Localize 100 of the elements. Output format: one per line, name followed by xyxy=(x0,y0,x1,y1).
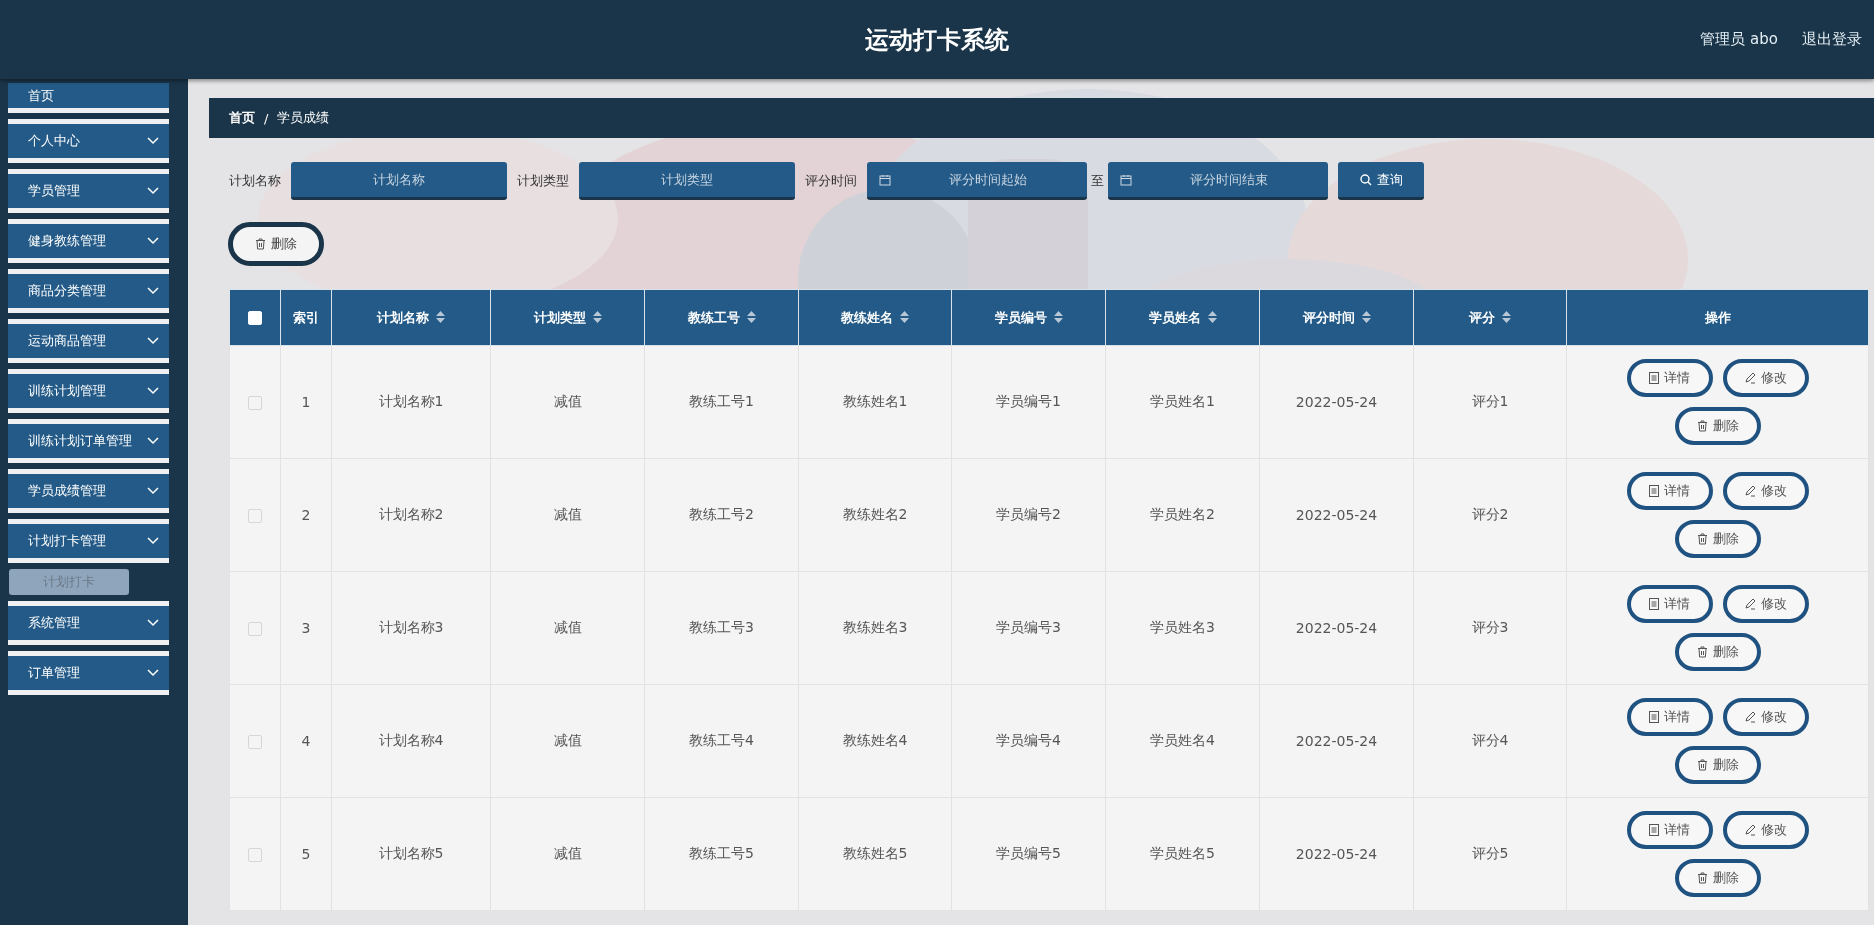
sidebar-menu[interactable]: 商品分类管理 xyxy=(8,269,169,313)
breadcrumb-item: 学员成绩 xyxy=(277,109,330,127)
breadcrumb-separator: / xyxy=(264,110,269,126)
filter-input[interactable]: 计划类型 xyxy=(579,162,795,200)
sidebar-menu[interactable]: 学员管理 xyxy=(8,169,169,213)
sort-icon xyxy=(436,310,445,323)
table-cell: 学员编号4 xyxy=(951,684,1106,798)
table-cell: 学员姓名1 xyxy=(1105,345,1260,459)
chevron-down-icon xyxy=(147,287,159,295)
breadcrumb-item[interactable]: 首页 xyxy=(229,109,255,127)
delete-button[interactable]: 删除 xyxy=(1674,407,1761,445)
delete-button[interactable]: 删除 xyxy=(1674,746,1761,784)
document-icon xyxy=(1649,711,1659,723)
filter-label: 计划名称 xyxy=(229,172,281,190)
row-checkbox[interactable] xyxy=(248,848,262,862)
table-cell: 3 xyxy=(280,571,332,685)
table-cell: 教练姓名3 xyxy=(798,571,952,685)
range-separator: 至 xyxy=(1091,172,1104,190)
sort-icon xyxy=(1207,310,1217,323)
document-icon xyxy=(1649,824,1659,836)
pencil-icon xyxy=(1744,824,1756,836)
column-header[interactable]: 评分时间 xyxy=(1259,289,1414,346)
edit-button[interactable]: 修改 xyxy=(1722,698,1809,736)
date-input[interactable]: 评分时间起始 xyxy=(867,162,1087,200)
edit-button[interactable]: 修改 xyxy=(1722,472,1809,510)
row-checkbox[interactable] xyxy=(248,396,262,410)
table-cell: 2022-05-24 xyxy=(1259,684,1414,798)
column-header[interactable]: 评分 xyxy=(1413,289,1567,346)
table-cell: 5 xyxy=(280,797,332,911)
chevron-down-icon xyxy=(147,487,159,495)
sidebar-menu[interactable]: 运动商品管理 xyxy=(8,319,169,363)
delete-button[interactable]: 删除 xyxy=(1674,520,1761,558)
delete-button[interactable]: 删除 xyxy=(228,222,324,266)
document-icon xyxy=(1649,598,1659,610)
detail-button[interactable]: 详情 xyxy=(1626,585,1713,623)
app-title: 运动打卡系统 xyxy=(865,24,1009,56)
edit-button[interactable]: 修改 xyxy=(1722,359,1809,397)
filter-label: 评分时间 xyxy=(805,172,857,190)
user-name: 管理员 abo xyxy=(1700,30,1778,49)
sort-icon xyxy=(1361,310,1371,323)
table-cell: 学员编号1 xyxy=(951,345,1106,459)
detail-button[interactable]: 详情 xyxy=(1626,359,1713,397)
detail-button[interactable]: 详情 xyxy=(1626,472,1713,510)
table-cell: 减值 xyxy=(490,571,645,685)
sidebar-menu[interactable]: 训练计划订单管理 xyxy=(8,419,169,463)
trash-icon xyxy=(1696,759,1708,771)
filter-input[interactable]: 计划名称 xyxy=(291,162,507,200)
search-button[interactable]: 查询 xyxy=(1338,162,1424,200)
edit-button[interactable]: 修改 xyxy=(1722,585,1809,623)
sidebar-menu[interactable]: 训练计划管理 xyxy=(8,369,169,413)
table-cell: 学员编号5 xyxy=(951,797,1106,911)
select-all-checkbox[interactable] xyxy=(248,311,262,326)
column-header[interactable]: 教练姓名 xyxy=(798,289,952,346)
table-cell: 学员编号2 xyxy=(951,458,1106,572)
table-cell: 学员编号3 xyxy=(951,571,1106,685)
date-input[interactable]: 评分时间结束 xyxy=(1108,162,1328,200)
column-header[interactable]: 教练工号 xyxy=(644,289,799,346)
sidebar-menu[interactable]: 健身教练管理 xyxy=(8,219,169,263)
chevron-down-icon xyxy=(147,187,159,195)
table-cell: 教练工号4 xyxy=(644,684,799,798)
table-cell: 计划名称4 xyxy=(331,684,491,798)
column-header[interactable]: 学员姓名 xyxy=(1105,289,1260,346)
table-cell: 教练工号2 xyxy=(644,458,799,572)
table-cell: 教练工号5 xyxy=(644,797,799,911)
search-icon xyxy=(1359,173,1372,186)
sidebar-menu[interactable]: 计划打卡管理 xyxy=(8,519,169,563)
sidebar-menu[interactable]: 订单管理 xyxy=(8,651,169,695)
table-cell: 2 xyxy=(280,458,332,572)
chevron-down-icon xyxy=(147,337,159,345)
delete-button[interactable]: 删除 xyxy=(1674,859,1761,897)
logout-link[interactable]: 退出登录 xyxy=(1802,30,1862,49)
table-cell: 评分4 xyxy=(1413,684,1567,798)
trash-icon xyxy=(1696,646,1708,658)
detail-button[interactable]: 详情 xyxy=(1626,698,1713,736)
column-header[interactable]: 计划名称 xyxy=(331,289,491,346)
calendar-icon xyxy=(1120,174,1132,186)
table-cell: 减值 xyxy=(490,684,645,798)
column-header[interactable]: 计划类型 xyxy=(490,289,645,346)
row-checkbox[interactable] xyxy=(248,735,262,749)
sidebar-item[interactable]: 首页 xyxy=(8,83,169,113)
row-checkbox[interactable] xyxy=(248,622,262,636)
table-cell: 学员姓名4 xyxy=(1105,684,1260,798)
sidebar-menu[interactable]: 学员成绩管理 xyxy=(8,469,169,513)
detail-button[interactable]: 详情 xyxy=(1626,811,1713,849)
sidebar-menu[interactable]: 个人中心 xyxy=(8,119,169,163)
sort-icon xyxy=(1502,310,1511,323)
trash-icon xyxy=(1696,872,1708,884)
table-cell: 2022-05-24 xyxy=(1259,345,1414,459)
table-cell: 学员姓名3 xyxy=(1105,571,1260,685)
sidebar-menu[interactable]: 系统管理 xyxy=(8,601,169,645)
table-cell: 评分1 xyxy=(1413,345,1567,459)
row-checkbox[interactable] xyxy=(248,509,262,523)
delete-button[interactable]: 删除 xyxy=(1674,633,1761,671)
pencil-icon xyxy=(1744,598,1756,610)
column-header[interactable]: 学员编号 xyxy=(951,289,1106,346)
edit-button[interactable]: 修改 xyxy=(1722,811,1809,849)
table-cell: 学员姓名2 xyxy=(1105,458,1260,572)
table-cell: 教练姓名4 xyxy=(798,684,952,798)
sort-icon xyxy=(1053,310,1063,323)
chevron-down-icon xyxy=(147,537,159,545)
